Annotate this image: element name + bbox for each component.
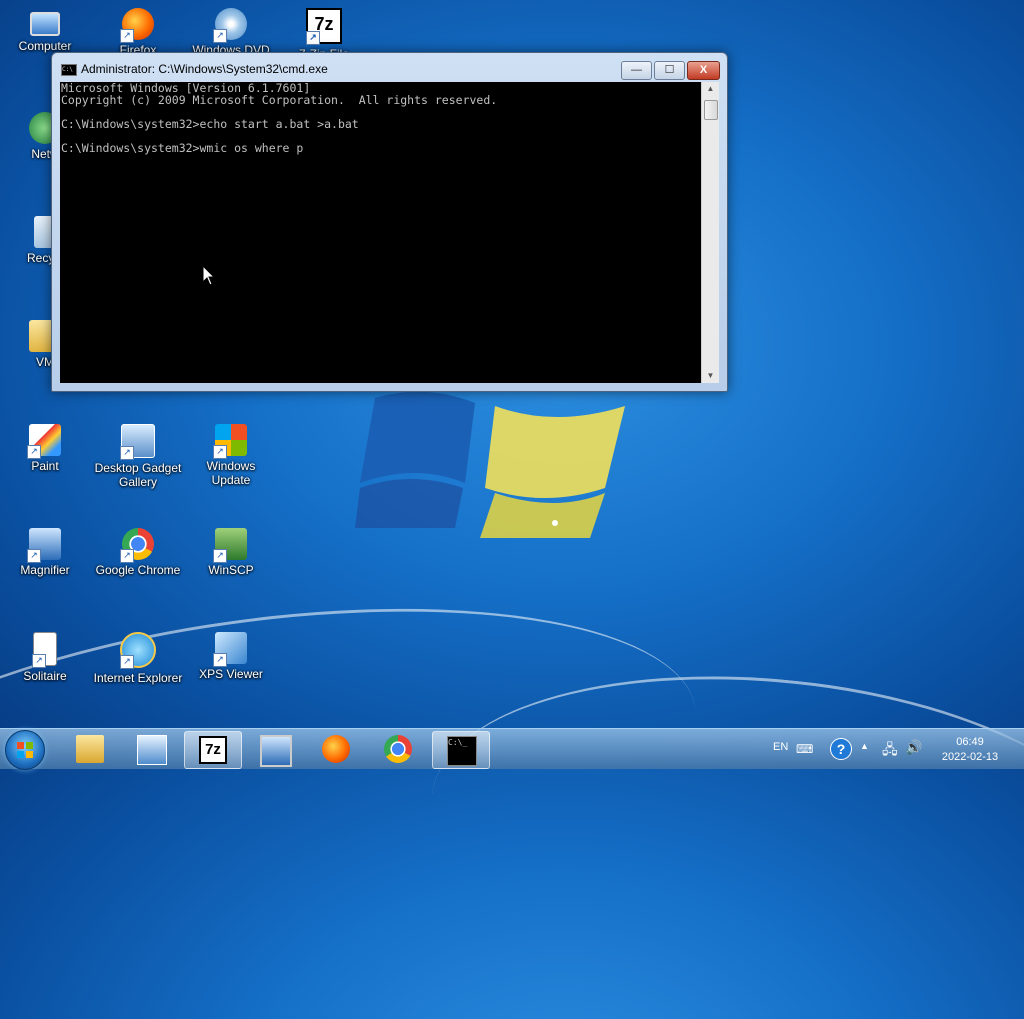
- windows-update-icon: ↗: [213, 424, 247, 459]
- winscp-icon: ↗: [213, 528, 247, 563]
- clock[interactable]: 06:49 2022-02-13: [930, 735, 1010, 765]
- windows-logo: [355, 391, 625, 538]
- scroll-down-icon[interactable]: ▼: [702, 369, 719, 383]
- magnifier-icon: ↗: [27, 528, 61, 563]
- taskbar-chrome[interactable]: [370, 731, 426, 767]
- clock-time: 06:49: [956, 736, 984, 748]
- desktop-icon-chrome[interactable]: ↗ Google Chrome: [93, 528, 183, 577]
- desktop-icon-windows-dvd[interactable]: ↗ Windows DVD: [186, 8, 276, 57]
- close-button[interactable]: X: [687, 61, 720, 80]
- taskbar-cmd[interactable]: C:\_: [432, 731, 490, 769]
- xps-viewer-icon: ↗: [213, 632, 247, 667]
- cmd-icon: C:\: [61, 64, 77, 76]
- desktop-icon-xps-viewer[interactable]: ↗ XPS Viewer: [186, 632, 276, 681]
- 7zip-icon: 7z: [199, 736, 227, 764]
- cmd-window[interactable]: C:\ Administrator: C:\Windows\System32\c…: [51, 52, 728, 392]
- console-line: Copyright (c) 2009 Microsoft Corporation…: [61, 93, 498, 107]
- cmd-icon: C:\_: [447, 736, 477, 766]
- start-button[interactable]: [5, 730, 45, 770]
- console-line: C:\Windows\system32>echo start a.bat >a.…: [61, 117, 359, 131]
- remote-desktop-icon: [260, 735, 292, 767]
- desktop-icon-computer[interactable]: Computer: [0, 8, 90, 53]
- taskbar-firefox[interactable]: [308, 731, 364, 767]
- windows-flag-icon: [17, 742, 33, 758]
- scroll-thumb[interactable]: [704, 100, 718, 120]
- mouse-cursor-icon: [202, 265, 216, 286]
- console-output[interactable]: Microsoft Windows [Version 6.1.7601] Cop…: [60, 82, 701, 383]
- keyboard-icon[interactable]: ⌨: [796, 742, 813, 782]
- language-indicator[interactable]: EN: [773, 741, 788, 781]
- taskbar-7zip[interactable]: 7z: [184, 731, 242, 769]
- console-input-line[interactable]: C:\Windows\system32>wmic os where p: [60, 142, 701, 154]
- show-hidden-icons-icon[interactable]: ▲: [860, 741, 869, 781]
- internet-explorer-icon: ↗: [120, 632, 156, 669]
- window-titlebar[interactable]: C:\ Administrator: C:\Windows\System32\c…: [52, 53, 727, 81]
- taskbar-explorer[interactable]: [62, 731, 118, 767]
- taskbar-control-panel[interactable]: [123, 731, 179, 767]
- scroll-up-icon[interactable]: ▲: [702, 82, 719, 96]
- control-panel-icon: [137, 735, 167, 765]
- network-icon[interactable]: 🖧: [882, 739, 898, 779]
- chrome-icon: [384, 735, 412, 763]
- desktop-icon-winscp[interactable]: ↗ WinSCP: [186, 528, 276, 577]
- dvd-icon: ↗: [213, 8, 247, 43]
- folder-icon: [76, 735, 104, 763]
- window-title: Administrator: C:\Windows\System32\cmd.e…: [81, 62, 328, 76]
- firefox-icon: [322, 735, 350, 763]
- desktop-icon-firefox[interactable]: ↗ Firefox: [93, 8, 183, 57]
- taskbar: 7z C:\_ EN ⌨ ? ▲ 🖧 🔊 06:49 2022-02-13: [0, 728, 1024, 770]
- maximize-button[interactable]: ☐: [654, 61, 685, 80]
- 7zip-icon: 7z ↗: [306, 8, 342, 45]
- desktop-icon-gadget-gallery[interactable]: ↗ Desktop Gadget Gallery: [93, 424, 183, 489]
- solitaire-icon: ↗: [32, 632, 57, 668]
- volume-icon[interactable]: 🔊: [905, 739, 922, 779]
- desktop-icon-paint[interactable]: ↗ Paint: [0, 424, 90, 473]
- desktop-icon-windows-update[interactable]: ↗ Windows Update: [186, 424, 276, 487]
- help-icon[interactable]: ?: [830, 738, 852, 760]
- computer-icon: [30, 12, 60, 36]
- gadget-gallery-icon: ↗: [120, 424, 155, 460]
- desktop-icon-magnifier[interactable]: ↗ Magnifier: [0, 528, 90, 577]
- clock-date: 2022-02-13: [941, 751, 999, 763]
- chrome-icon: ↗: [120, 528, 154, 563]
- taskbar-remote-desktop[interactable]: [246, 731, 302, 767]
- vertical-scrollbar[interactable]: ▲ ▼: [701, 82, 719, 383]
- desktop-icon-solitaire[interactable]: ↗ Solitaire: [0, 632, 90, 683]
- desktop-icon-internet-explorer[interactable]: ↗ Internet Explorer: [93, 632, 183, 685]
- paint-icon: ↗: [27, 424, 61, 459]
- minimize-button[interactable]: —: [621, 61, 652, 80]
- firefox-icon: ↗: [120, 8, 154, 43]
